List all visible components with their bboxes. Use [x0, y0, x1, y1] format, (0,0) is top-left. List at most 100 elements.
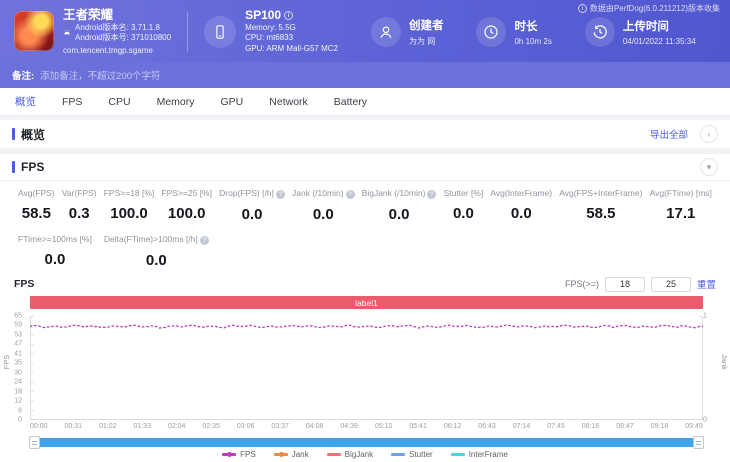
legend-marker: [326, 453, 341, 456]
export-all-link[interactable]: 导出全部: [650, 127, 688, 141]
app-name: 王者荣耀: [63, 8, 114, 22]
y-axis-tick-label: 18: [14, 388, 22, 396]
threshold-input-2[interactable]: [650, 276, 691, 292]
legend-item[interactable]: Jank: [273, 450, 309, 459]
x-axis-tick-label: 04:08: [305, 423, 324, 430]
legend-item[interactable]: Stutter: [391, 450, 433, 459]
duration-value: 0h 10m 2s: [514, 37, 552, 46]
stat-label: Avg(FPS): [18, 188, 55, 198]
device-info-block: SP100 i Memory: 5.5G CPU: mt6833 GPU: AR…: [204, 9, 338, 54]
x-axis-tick-label: 07:45: [547, 423, 565, 430]
scrollbar-handle-right[interactable]: [693, 436, 704, 449]
y-axis-tick-label: 6: [18, 407, 22, 415]
report-tabs: 概览 FPS CPU Memory GPU Network Battery: [0, 88, 730, 116]
stat-item: Avg(FPS) 58.5: [18, 188, 55, 223]
android-icon: [64, 29, 70, 35]
device-gpu: GPU: ARM Mali-G57 MC2: [245, 43, 338, 53]
chart-title: FPS: [14, 278, 35, 290]
stat-item: Jank (/10min)? 0.0: [292, 188, 355, 223]
collect-info: i 数据由PerfDog(6.0.211212)版本收集: [577, 3, 720, 14]
collect-info-text: 数据由PerfDog(6.0.211212)版本收集: [589, 4, 720, 13]
stat-item: Avg(FPS+InterFrame) 58.5: [559, 188, 642, 223]
info-icon: i: [577, 4, 587, 13]
legend-marker: [391, 453, 406, 456]
stat-value: 0.0: [145, 252, 167, 269]
chart-plot-area[interactable]: [30, 316, 703, 420]
upload-time-value: 04/01/2022 11:35:34: [622, 37, 696, 46]
help-icon[interactable]: ?: [199, 236, 209, 245]
legend-item[interactable]: FPS: [222, 450, 256, 459]
device-info-icon[interactable]: i: [284, 10, 294, 20]
legend-item[interactable]: BigJank: [326, 450, 373, 459]
x-axis-tick-label: 03:06: [236, 423, 255, 430]
collapse-left-button[interactable]: ‹: [700, 125, 718, 143]
x-axis-tick-label: 02:04: [167, 423, 186, 430]
reset-button[interactable]: 重置: [697, 277, 716, 291]
report-tab[interactable]: Network: [256, 96, 321, 108]
y-axis-tick-label: 65: [14, 312, 22, 320]
x-axis-tick-label: 07:14: [512, 423, 531, 430]
stat-value: 58.5: [21, 205, 51, 222]
x-axis-tick-label: 06:12: [443, 423, 462, 430]
legend-label: Stutter: [409, 450, 433, 459]
x-axis-tick-label: 01:02: [98, 423, 117, 430]
legend-marker: [273, 451, 288, 457]
report-tab[interactable]: Battery: [321, 96, 380, 108]
chart-annotation-band[interactable]: label1: [30, 296, 703, 309]
stat-value: 0.0: [510, 205, 532, 222]
fps-stats-row-1: Avg(FPS) 58.5 Var(FPS) 0.3 FPS>=18 [%] 1…: [0, 181, 730, 223]
report-tab[interactable]: CPU: [95, 96, 143, 108]
report-tab[interactable]: Memory: [144, 96, 208, 108]
report-header: i 数据由PerfDog(6.0.211212)版本收集 王者荣耀 Androi…: [0, 0, 730, 62]
stat-label: Avg(FPS+InterFrame): [559, 188, 643, 198]
report-tab[interactable]: FPS: [49, 96, 95, 108]
help-icon[interactable]: ?: [275, 190, 285, 199]
x-axis-tick-label: 00:00: [30, 423, 48, 430]
stat-value: 17.1: [666, 205, 696, 222]
y-axis-tick-label: 12: [14, 397, 22, 405]
phone-icon: [204, 16, 237, 48]
stat-item: Var(FPS) 0.3: [62, 188, 97, 223]
stat-value: 0.3: [68, 205, 90, 222]
stat-value: 58.5: [586, 205, 616, 222]
fps-panel: FPS ▾ Avg(FPS) 58.5 Var(FPS) 0.3 FPS>=18…: [0, 154, 730, 462]
chart-range-scrollbar[interactable]: [29, 436, 704, 449]
overview-title: 概览: [21, 127, 46, 142]
legend-label: InterFrame: [468, 450, 508, 459]
help-icon[interactable]: ?: [345, 190, 355, 199]
stat-item: Drop(FPS) [/h]? 0.0: [219, 188, 285, 223]
help-icon[interactable]: ?: [427, 190, 437, 199]
note-bar[interactable]: 备注: 添加备注，不超过200个字符: [0, 62, 730, 88]
app-info-block: 王者荣耀 Android版本名: 3.71.1.8 Android版本号: 37…: [14, 8, 171, 56]
band-label: label1: [355, 297, 378, 308]
stat-value: 0.0: [452, 205, 474, 222]
app-package: com.tencent.tmgp.sgame: [63, 46, 153, 55]
report-tab[interactable]: GPU: [208, 96, 257, 108]
y-axis-left: 65 59 53 47 41 35 30 24 18 12 6 0: [0, 312, 27, 424]
clock-icon: [476, 17, 507, 47]
x-axis: 00:00 00:31 01:02 01:33 02:04 02:35 03:0…: [30, 423, 703, 430]
legend-marker-dot: [227, 451, 233, 457]
x-axis-tick-label: 09:49: [685, 423, 703, 430]
stat-label: Stutter [%]: [443, 188, 484, 198]
scrollbar-handle-left[interactable]: [29, 436, 40, 449]
stat-label: FPS>=18 [%]: [103, 188, 155, 198]
report-tab[interactable]: 概览: [2, 94, 49, 109]
history-clock-icon: [584, 17, 615, 47]
fps-stats-row-2: FTime>=100ms [%] 0.0 Delta(FTime)>100ms …: [0, 223, 730, 271]
person-icon: [370, 17, 401, 47]
stat-label: BigJank (/10min): [361, 188, 426, 198]
legend-label: FPS: [240, 450, 256, 459]
note-label: 备注:: [12, 71, 35, 82]
y-axis-tick-label: 47: [14, 340, 22, 348]
legend-item[interactable]: InterFrame: [450, 450, 508, 459]
threshold-input-1[interactable]: [604, 276, 645, 292]
creator-block: 创建者 为为 网: [370, 17, 443, 47]
upload-time-label: 上传时间: [622, 21, 669, 33]
fps-chart[interactable]: FPS 65 59 53 47 41 35 30 24 18 12 6 0 10 Jank 00:00…: [0, 310, 730, 437]
y-axis-tick-label: 24: [14, 378, 22, 386]
chart-legend: FPS Jank BigJank Stutter InterFrame: [0, 448, 730, 461]
collapse-down-button[interactable]: ▾: [700, 158, 718, 176]
note-placeholder: 添加备注，不超过200个字符: [40, 71, 161, 82]
stat-item: FPS>=25 [%] 100.0: [161, 188, 212, 223]
